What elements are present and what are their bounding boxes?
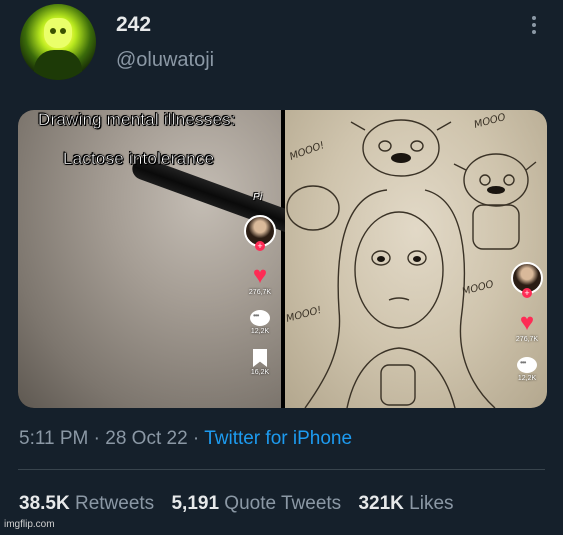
comment-icon-right[interactable] <box>517 357 537 373</box>
avatar-eye-right <box>60 28 66 34</box>
follow-plus-icon-right[interactable]: + <box>522 288 532 298</box>
media-left-image[interactable]: Pi Drawing mental illnesses: Lactose int… <box>18 110 325 408</box>
retweets-label: Retweets <box>74 493 155 514</box>
likes-count: 276,7K <box>248 289 272 296</box>
comments-count-right: 12,2K <box>517 375 537 382</box>
comments-count: 12,2K <box>250 328 270 335</box>
saves-count: 16,2K <box>250 369 270 376</box>
pen-text: Pi <box>253 192 263 203</box>
avatar-eye-left <box>50 28 56 34</box>
caption-title: Drawing mental illnesses: <box>38 110 236 129</box>
tweet-timestamp: 5:11 PM · 28 Oct 22 · Twitter for iPhone <box>19 428 352 450</box>
tweet-source-link[interactable]: Twitter for iPhone <box>204 428 352 449</box>
separator-dot-2: · <box>192 428 200 449</box>
quotes-count: 5,191 <box>171 493 220 514</box>
likes-stat[interactable]: 321K Likes <box>358 493 453 514</box>
likes-count-total: 321K <box>358 493 404 514</box>
heart-icon[interactable]: ♥ <box>240 264 280 288</box>
tweet-time[interactable]: 5:11 PM <box>19 428 88 449</box>
avatar[interactable] <box>20 4 96 80</box>
sketch-text-1: MOOO! <box>288 140 326 163</box>
separator-dot: · <box>93 428 100 449</box>
divider-top <box>18 469 545 470</box>
media-right-image[interactable]: MOOO! MOOO MOOO MOOO! + ♥ 276,7K 12,2K <box>285 110 547 408</box>
quotes-label: Quote Tweets <box>224 493 342 514</box>
user-handle[interactable]: @oluwatoji <box>116 49 214 72</box>
watermark: imgflip.com <box>4 519 55 530</box>
avatar-face <box>44 18 72 48</box>
retweets-count: 38.5K <box>19 493 70 514</box>
caption-subtitle: Lactose intolerance <box>63 149 215 169</box>
likes-label: Likes <box>409 493 454 514</box>
engagement-stats: 38.5K Retweets 5,191 Quote Tweets 321K L… <box>19 493 466 515</box>
quote-tweets-stat[interactable]: 5,191 Quote Tweets <box>171 493 341 514</box>
sketch-text-3: MOOO <box>461 279 495 298</box>
sketch-text-4: MOOO! <box>285 305 323 325</box>
follow-plus-icon[interactable]: + <box>255 241 265 251</box>
tiktok-sidebar-left: + ♥ 276,7K 12,2K 16,2K <box>240 215 280 376</box>
retweets-stat[interactable]: 38.5K Retweets <box>19 493 154 514</box>
tweet-date[interactable]: 28 Oct 22 <box>105 428 187 449</box>
tiktok-sidebar-right: + ♥ 276,7K 12,2K <box>507 262 547 382</box>
display-name[interactable]: 242 <box>116 13 151 37</box>
more-icon[interactable] <box>526 14 542 38</box>
comment-icon[interactable] <box>250 310 270 326</box>
heart-icon-right[interactable]: ♥ <box>507 311 547 335</box>
bookmark-icon[interactable] <box>253 349 267 367</box>
likes-count-right: 276,7K <box>515 336 539 343</box>
avatar-body <box>34 50 82 80</box>
sketch-text-2: MOOO <box>473 112 507 131</box>
tweet-media[interactable]: Pi Drawing mental illnesses: Lactose int… <box>18 110 547 408</box>
